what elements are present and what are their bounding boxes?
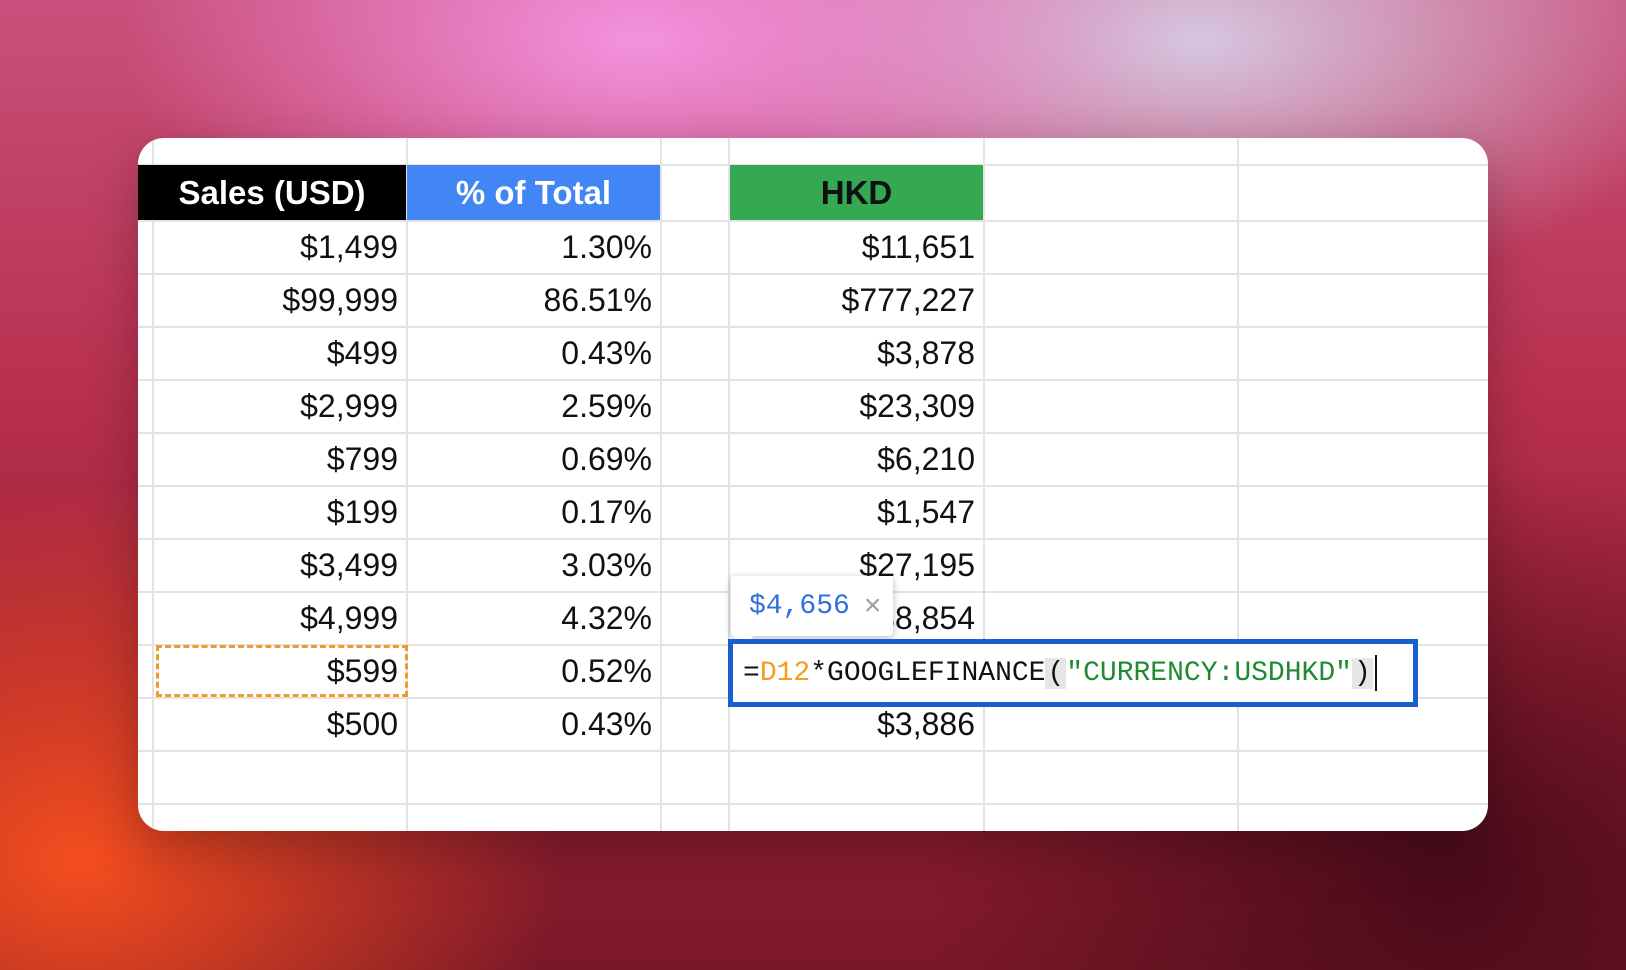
formula-result-tooltip: $4,656 ×: [731, 576, 893, 636]
formula-function: *GOOGLEFINANCE: [810, 657, 1046, 689]
cell-sales[interactable]: $499: [138, 327, 406, 380]
cell-sales[interactable]: $599: [138, 645, 406, 698]
cell-sales[interactable]: $1,499: [138, 221, 406, 274]
header-hkd[interactable]: HKD: [730, 165, 983, 220]
cell-percent[interactable]: 1.30%: [408, 221, 660, 274]
close-icon[interactable]: ×: [864, 589, 882, 623]
row-divider: [138, 803, 1488, 805]
cell-sales[interactable]: $500: [138, 698, 406, 751]
header-percent-of-total[interactable]: % of Total: [407, 165, 660, 220]
formula-editor-cell[interactable]: = D12 *GOOGLEFINANCE ( "CURRENCY:USDHKD"…: [728, 639, 1418, 707]
spreadsheet-card: Sales (USD) % of Total HKD $1,499 1.30% $1…: [138, 138, 1488, 831]
cell-percent[interactable]: 0.43%: [408, 698, 660, 751]
tooltip-value: $4,656: [749, 590, 850, 622]
cell-percent[interactable]: 4.32%: [408, 592, 660, 645]
formula-equals: =: [743, 657, 760, 689]
text-caret: [1374, 655, 1377, 691]
formula-close-paren: ): [1351, 657, 1373, 689]
cell-percent[interactable]: 3.03%: [408, 539, 660, 592]
spreadsheet-grid: Sales (USD) % of Total HKD $1,499 1.30% $1…: [138, 138, 1488, 831]
cell-sales[interactable]: $4,999: [138, 592, 406, 645]
formula-string-argument: "CURRENCY:USDHKD": [1066, 657, 1352, 689]
formula-cell-reference: D12: [759, 657, 811, 689]
cell-sales[interactable]: $3,499: [138, 539, 406, 592]
cell-hkd[interactable]: $11,651: [730, 221, 983, 274]
cell-sales[interactable]: $99,999: [138, 274, 406, 327]
cell-sales[interactable]: $799: [138, 433, 406, 486]
cell-percent[interactable]: 86.51%: [408, 274, 660, 327]
cell-sales[interactable]: $2,999: [138, 380, 406, 433]
cell-sales[interactable]: $199: [138, 486, 406, 539]
cell-percent[interactable]: 0.52%: [408, 645, 660, 698]
cell-percent[interactable]: 0.17%: [408, 486, 660, 539]
cell-hkd[interactable]: $777,227: [730, 274, 983, 327]
cell-percent[interactable]: 2.59%: [408, 380, 660, 433]
cell-percent[interactable]: 0.43%: [408, 327, 660, 380]
cell-hkd[interactable]: $3,878: [730, 327, 983, 380]
header-sales-usd[interactable]: Sales (USD): [138, 165, 406, 220]
cell-percent[interactable]: 0.69%: [408, 433, 660, 486]
formula-open-paren: (: [1045, 657, 1067, 689]
cell-hkd[interactable]: $23,309: [730, 380, 983, 433]
cell-hkd[interactable]: $6,210: [730, 433, 983, 486]
cell-hkd[interactable]: $1,547: [730, 486, 983, 539]
